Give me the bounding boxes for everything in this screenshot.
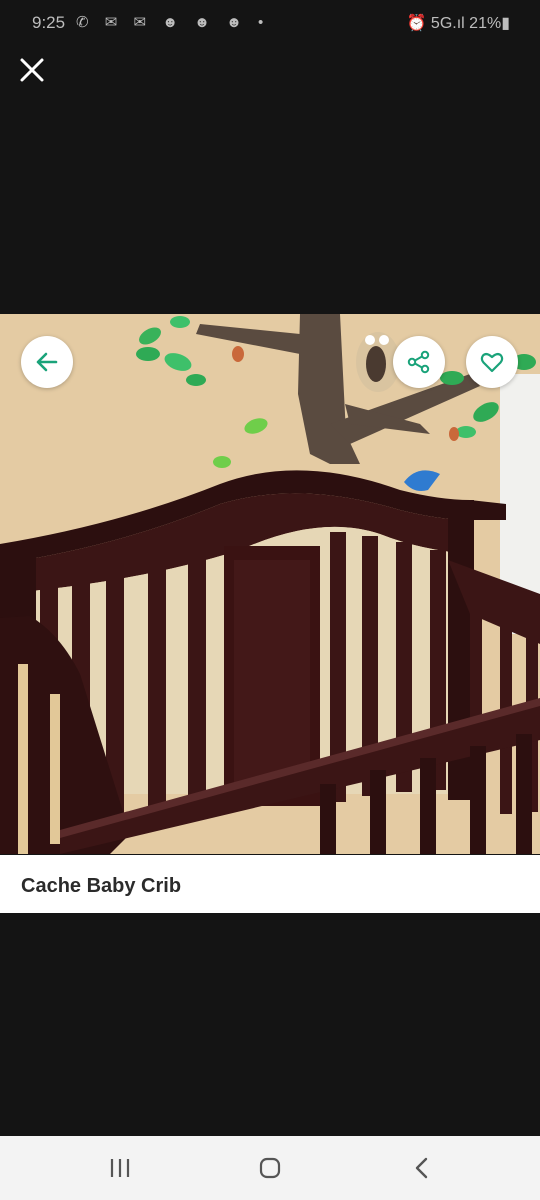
close-button[interactable] <box>12 50 52 90</box>
arrow-left-icon <box>36 352 58 372</box>
listing-caption: Cache Baby Crib <box>0 855 540 913</box>
nav-back-button[interactable] <box>392 1148 452 1188</box>
listing-photo[interactable] <box>0 314 540 854</box>
crib-photo-illustration <box>0 314 540 854</box>
share-icon <box>407 350 430 374</box>
listing-title: Cache Baby Crib <box>21 875 182 897</box>
close-icon <box>20 58 44 82</box>
favorite-button[interactable] <box>466 336 518 388</box>
share-button[interactable] <box>393 336 445 388</box>
home-button[interactable] <box>240 1148 300 1188</box>
back-button[interactable] <box>21 336 73 388</box>
recents-icon <box>110 1159 130 1177</box>
notification-icons: ✆ ✉ ✉ ☻ ☻ ☻ • <box>76 14 270 31</box>
status-time: 9:25 <box>32 13 66 32</box>
chevron-left-icon <box>415 1157 428 1179</box>
navigation-bar <box>0 1136 540 1200</box>
recents-button[interactable] <box>90 1148 150 1188</box>
status-bar: 9:25 ✆ ✉ ✉ ☻ ☻ ☻ • ⏰ 5G.ıl 21%▮ <box>0 0 540 48</box>
status-right-indicators: ⏰ 5G.ıl 21%▮ <box>406 15 510 32</box>
home-icon <box>259 1157 281 1179</box>
heart-icon <box>480 352 504 373</box>
